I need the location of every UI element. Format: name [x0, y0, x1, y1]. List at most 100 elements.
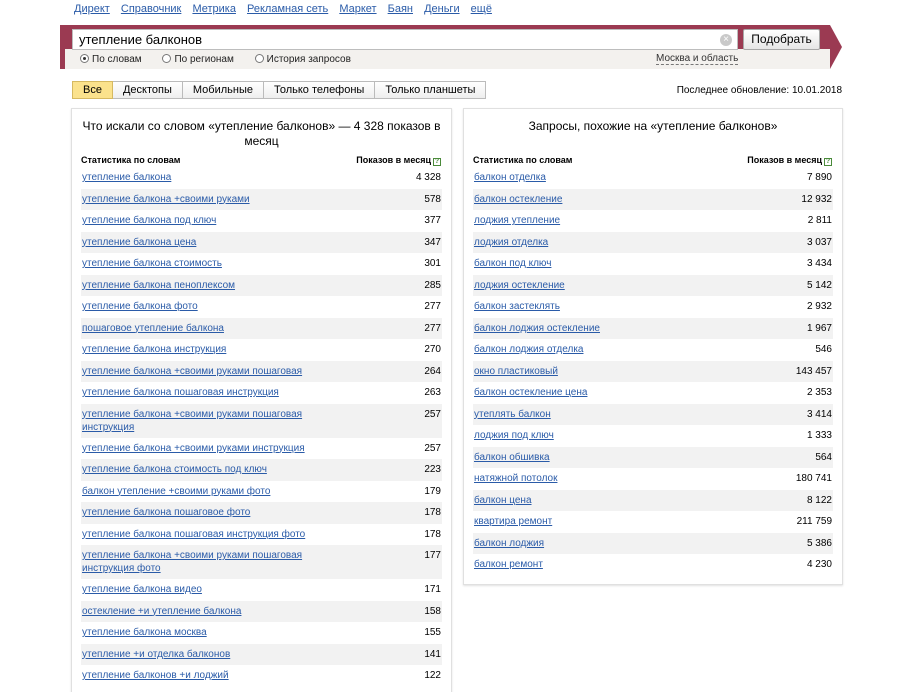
query-link[interactable]: натяжной потолок — [473, 472, 557, 485]
impressions-count: 8 122 — [806, 494, 832, 506]
impressions-count: 12 932 — [801, 193, 832, 205]
query-link[interactable]: пошаговое утепление балкона — [81, 322, 224, 335]
tab-tablets-only[interactable]: Только планшеты — [375, 81, 487, 99]
query-link[interactable]: утепление +и отделка балконов — [81, 648, 230, 661]
impressions-count: 1 333 — [806, 430, 832, 441]
query-link[interactable]: балкон лоджия остекление — [473, 322, 600, 335]
column-headers: Статистика по словам Показов в месяц? — [473, 155, 832, 166]
nav-link-direct[interactable]: Директ — [74, 3, 110, 15]
query-link[interactable]: балкон отделка — [473, 171, 546, 184]
query-link[interactable]: утепление балкона +своими руками пошагов… — [81, 365, 302, 378]
table-row: утеплять балкон 3 414 — [473, 403, 833, 425]
tab-phones-only[interactable]: Только телефоны — [263, 81, 376, 99]
column-count-label: Показов в месяц — [747, 155, 822, 165]
radio-history[interactable]: История запросов — [254, 54, 351, 65]
query-link[interactable]: утеплять балкон — [473, 408, 551, 421]
table-row: утепление балкона пошаговая инструкция ф… — [81, 524, 442, 546]
impressions-count: 263 — [424, 387, 441, 398]
query-link[interactable]: утепление балкона фото — [81, 300, 198, 313]
impressions-count: 285 — [424, 279, 441, 291]
nav-link-handbook[interactable]: Справочник — [121, 3, 182, 15]
query-link[interactable]: балкон остекление — [473, 193, 562, 206]
search-input[interactable]: утепление балконов × — [72, 29, 738, 50]
nav-link-ad-network[interactable]: Рекламная сеть — [247, 3, 328, 15]
column-headers: Статистика по словам Показов в месяц? — [81, 155, 441, 166]
query-link[interactable]: квартира ремонт — [473, 515, 552, 528]
query-link[interactable]: балкон застеклять — [473, 300, 560, 313]
table-row: утепление балкона под ключ 377 — [81, 210, 442, 232]
query-link[interactable]: утепление балкона под ключ — [81, 214, 216, 227]
query-link[interactable]: утепление балкона пошаговая инструкция — [81, 386, 279, 399]
table-row: утепление балкона фото 277 — [81, 296, 442, 318]
column-count-label: Показов в месяц — [356, 155, 431, 165]
column-count-header: Показов в месяц? — [356, 155, 441, 166]
table-row: остекление +и утепление балкона 158 — [81, 600, 442, 622]
query-link[interactable]: утепление балкона инструкция — [81, 343, 226, 356]
tab-mobile[interactable]: Мобильные — [182, 81, 264, 99]
nav-link-money[interactable]: Деньги — [424, 3, 460, 15]
region-selector[interactable]: Москва и область — [656, 53, 739, 65]
tab-desktops[interactable]: Десктопы — [112, 81, 183, 99]
impressions-count: 211 759 — [796, 516, 832, 527]
radio-by-words[interactable]: По словам — [80, 54, 142, 65]
query-link[interactable]: утепление балкона москва — [81, 626, 207, 639]
query-link[interactable]: лоджия отделка — [473, 236, 548, 249]
query-link[interactable]: утепление балкона — [81, 171, 171, 184]
impressions-count: 7 890 — [806, 172, 832, 183]
table-row: балкон цена 8 122 — [473, 489, 833, 511]
query-link[interactable]: утепление балкона +своими руками пошагов… — [81, 549, 321, 575]
query-link[interactable]: окно пластиковый — [473, 365, 558, 378]
table-row: утепление балкона пошаговое фото 178 — [81, 502, 442, 524]
query-link[interactable]: балкон под ключ — [473, 257, 551, 270]
query-link[interactable]: лоджия под ключ — [473, 429, 554, 442]
query-link[interactable]: утепление балкона +своими руками пошагов… — [81, 408, 321, 434]
nav-link-market[interactable]: Маркет — [339, 3, 376, 15]
help-icon[interactable]: ? — [433, 158, 441, 166]
word-stats-list: утепление балкона 4 328 утепление балкона … — [81, 167, 442, 687]
impressions-count: 578 — [424, 193, 441, 205]
impressions-count: 4 328 — [415, 172, 441, 183]
search-mode-radios: По словам По регионам История запросов — [80, 54, 369, 65]
table-row: лоджия отделка 3 037 — [473, 231, 833, 253]
table-row: утепление балкона стоимость под ключ 223 — [81, 459, 442, 481]
impressions-count: 171 — [424, 584, 441, 595]
query-link[interactable]: лоджия утепление — [473, 214, 560, 227]
query-link[interactable]: утепление балкона пеноплексом — [81, 279, 235, 292]
help-icon[interactable]: ? — [824, 158, 832, 166]
table-row: балкон остекление цена 2 353 — [473, 382, 833, 404]
query-link[interactable]: утепление балкона пошаговое фото — [81, 506, 250, 519]
query-link[interactable]: балкон цена — [473, 494, 532, 507]
impressions-count: 270 — [424, 344, 441, 355]
query-link[interactable]: балкон лоджия отделка — [473, 343, 583, 356]
search-button[interactable]: Подобрать — [743, 29, 820, 50]
clear-icon[interactable]: × — [720, 34, 732, 46]
query-link[interactable]: утепление балконов +и лоджий — [81, 669, 229, 682]
table-row: окно пластиковый 143 457 — [473, 360, 833, 382]
query-link[interactable]: остекление +и утепление балкона — [81, 605, 241, 618]
query-link[interactable]: утепление балкона видео — [81, 583, 202, 596]
query-link[interactable]: балкон лоджия — [473, 537, 544, 550]
table-row: балкон ремонт 4 230 — [473, 554, 833, 576]
table-row: балкон под ключ 3 434 — [473, 253, 833, 275]
query-link[interactable]: утепление балкона цена — [81, 236, 196, 249]
radio-dot-icon — [162, 54, 172, 63]
query-link[interactable]: балкон остекление цена — [473, 386, 587, 399]
table-row: лоджия остекление 5 142 — [473, 274, 833, 296]
query-link[interactable]: утепление балкона +своими руками инструк… — [81, 442, 305, 455]
tab-all[interactable]: Все — [72, 81, 113, 99]
query-link[interactable]: утепление балкона стоимость — [81, 257, 222, 270]
query-link[interactable]: утепление балкона стоимость под ключ — [81, 463, 267, 476]
nav-link-metrika[interactable]: Метрика — [192, 3, 236, 15]
nav-link-more[interactable]: ещё — [471, 3, 492, 15]
radio-by-regions[interactable]: По регионам — [162, 54, 234, 65]
query-link[interactable]: утепление балкона +своими руками — [81, 193, 250, 206]
query-link[interactable]: балкон обшивка — [473, 451, 550, 464]
radio-dot-selected-icon — [80, 54, 89, 63]
query-link[interactable]: утепление балкона пошаговая инструкция ф… — [81, 528, 305, 541]
query-link[interactable]: балкон утепление +своими руками фото — [81, 485, 270, 498]
query-link[interactable]: балкон ремонт — [473, 558, 543, 571]
impressions-count: 257 — [424, 408, 441, 420]
query-link[interactable]: лоджия остекление — [473, 279, 565, 292]
table-row: балкон обшивка 564 — [473, 446, 833, 468]
nav-link-bayan[interactable]: Баян — [388, 3, 413, 15]
